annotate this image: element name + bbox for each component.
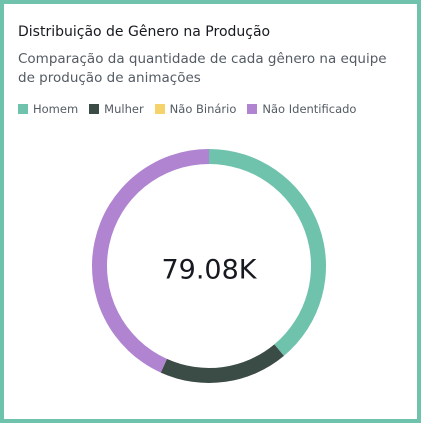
donut-slice-homem[interactable]: [209, 149, 326, 356]
donut-chart: 79.08K: [92, 149, 326, 383]
donut-slice-mulher[interactable]: [160, 344, 284, 383]
chart-card: Distribuição de Gênero na Produção Compa…: [0, 0, 421, 423]
donut-center-label: 79.08K: [161, 255, 257, 286]
